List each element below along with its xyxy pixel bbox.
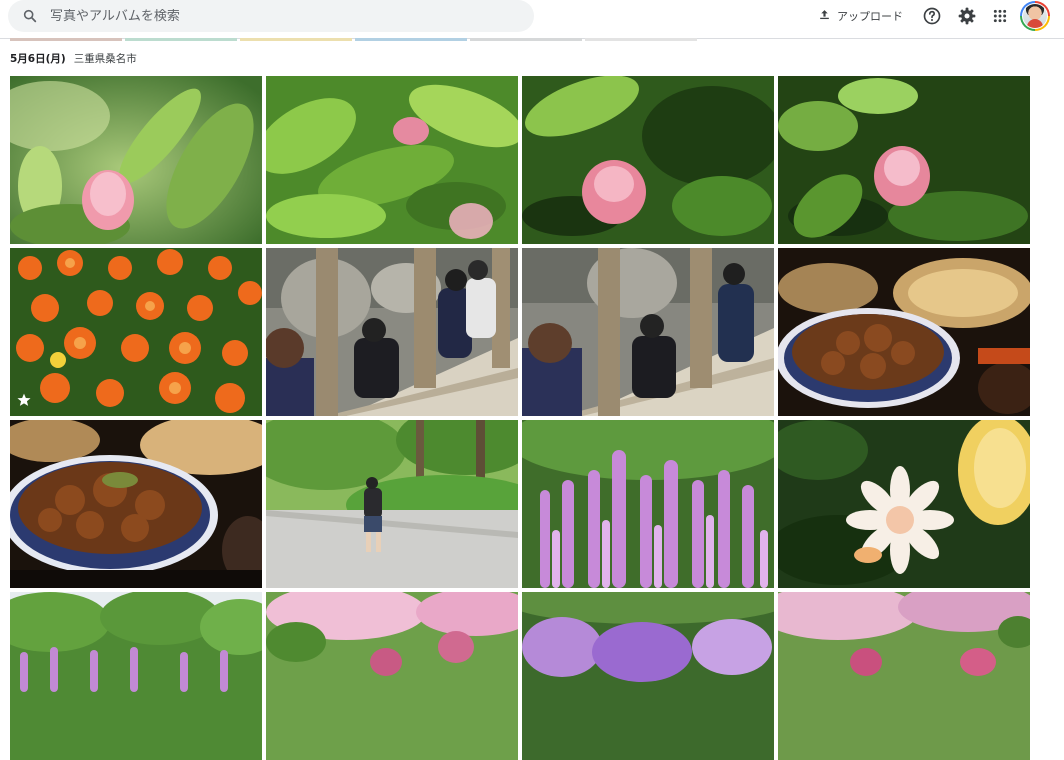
upload-label: アップロード [837,10,903,23]
photo-tile[interactable] [778,420,1030,588]
photo-tile[interactable] [522,420,774,588]
help-icon[interactable] [920,4,944,28]
photo-tile[interactable] [522,248,774,416]
photo-tile[interactable] [266,76,518,244]
photo-tile[interactable] [10,76,262,244]
photo-tile[interactable] [10,248,262,416]
search-input[interactable] [50,8,490,24]
photo-tile[interactable] [266,592,518,760]
account-avatar[interactable] [1020,1,1050,31]
favorite-star-icon [16,392,32,408]
date-group-header: 5月6日(月) 三重県桑名市 [10,51,137,66]
photo-tile[interactable] [778,592,1030,760]
search-bar[interactable] [8,0,534,32]
photo-tile[interactable] [778,248,1030,416]
top-bar: アップロード [0,0,1064,38]
photo-tile[interactable] [266,420,518,588]
photo-tile[interactable] [10,592,262,760]
search-icon[interactable] [10,8,50,24]
upload-icon [818,8,831,24]
group-date[interactable]: 5月6日(月) [10,51,66,66]
photo-tile[interactable] [266,248,518,416]
photo-tile[interactable] [522,592,774,760]
settings-icon[interactable] [955,4,979,28]
group-location[interactable]: 三重県桑名市 [74,51,137,66]
loading-color-strip [10,38,697,41]
photo-tile[interactable] [778,76,1030,244]
photo-tile[interactable] [522,76,774,244]
upload-button[interactable]: アップロード [818,6,903,26]
photo-tile[interactable] [10,420,262,588]
apps-icon[interactable] [988,4,1012,28]
avatar-photo [1023,4,1047,28]
